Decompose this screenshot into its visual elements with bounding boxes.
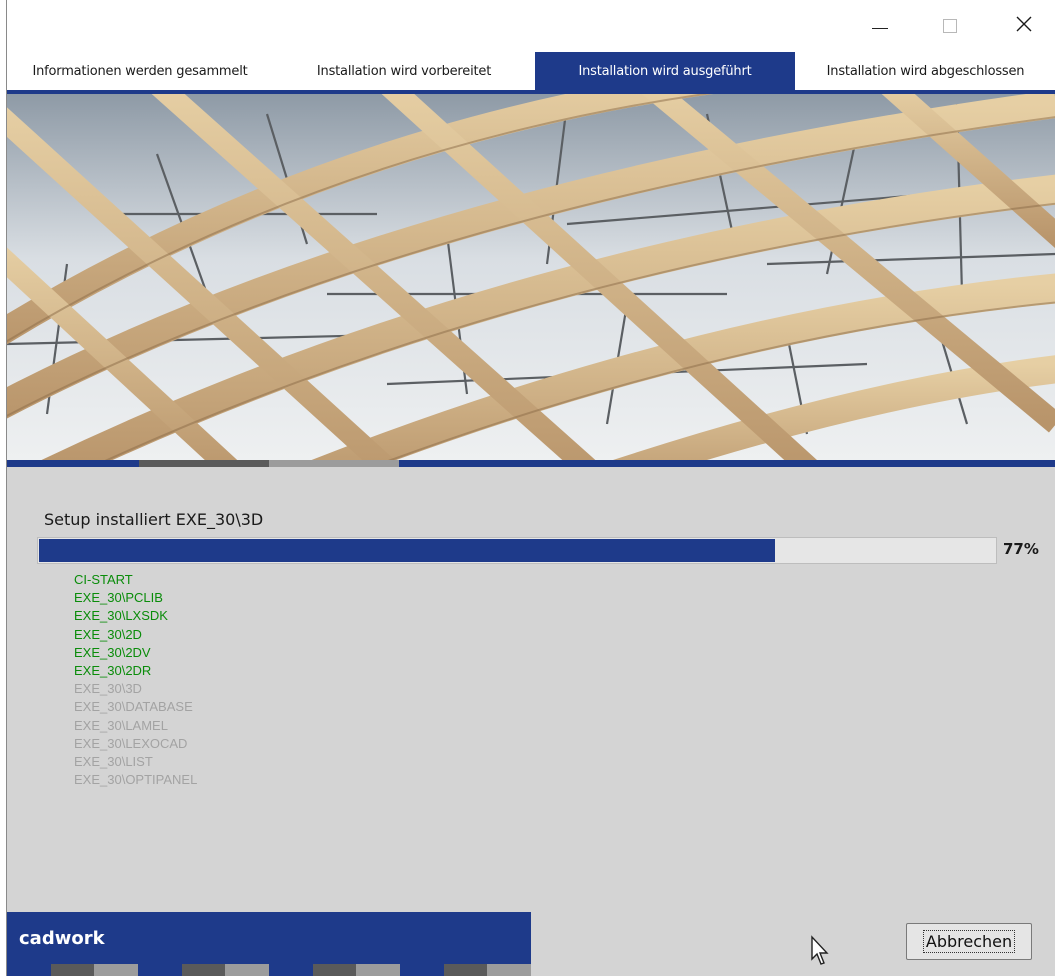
minimize-button[interactable] xyxy=(857,10,903,42)
module-item: EXE_30\2DV xyxy=(74,644,151,660)
wooden-roof-lattice-photo xyxy=(7,94,1055,460)
close-button[interactable] xyxy=(1001,10,1047,42)
progress-fill xyxy=(39,539,775,562)
maximize-icon xyxy=(943,19,957,33)
tab-abgeschlossen: Installation wird abgeschlossen xyxy=(826,63,1025,79)
maximize-button[interactable] xyxy=(927,10,973,42)
brand-bar: cadwork xyxy=(7,912,531,964)
module-item: EXE_30\3D xyxy=(74,681,142,697)
progress-bar xyxy=(37,537,997,564)
module-item: EXE_30\DATABASE xyxy=(74,699,193,715)
progress-percent: 77% xyxy=(1003,540,1039,558)
tab-informationen: Informationen werden gesammelt xyxy=(32,63,248,79)
status-label: Setup installiert EXE_30\3D xyxy=(44,510,264,529)
step-tabs: Informationen werden gesammelt Installat… xyxy=(7,52,1055,90)
module-item: EXE_30\2D xyxy=(74,626,142,642)
title-bar xyxy=(7,0,1055,52)
footer-strip xyxy=(7,964,532,976)
module-list: CI-START EXE_30\PCLIB EXE_30\LXSDK EXE_30\2… xyxy=(74,571,197,789)
cancel-button-label: Abbrechen xyxy=(922,930,1016,953)
module-item: CI-START xyxy=(74,572,133,587)
module-item: EXE_30\LXSDK xyxy=(74,608,168,624)
mouse-pointer-icon xyxy=(810,935,832,971)
brand-logo: cadwork xyxy=(19,927,105,949)
cancel-button[interactable]: Abbrechen xyxy=(906,923,1032,960)
module-item: EXE_30\PCLIB xyxy=(74,590,163,606)
close-icon xyxy=(1016,16,1032,36)
banner-image xyxy=(7,94,1055,460)
module-item: EXE_30\LAMEL xyxy=(74,717,168,733)
minimize-icon xyxy=(872,24,888,29)
module-item: EXE_30\2DR xyxy=(74,662,152,678)
tab-ausgefuehrt: Installation wird ausgeführt xyxy=(535,52,795,90)
tab-vorbereitet: Installation wird vorbereitet xyxy=(316,63,492,79)
installer-window: Informationen werden gesammelt Installat… xyxy=(6,0,1055,976)
module-item: EXE_30\LEXOCAD xyxy=(74,735,188,751)
module-item: EXE_30\LIST xyxy=(74,753,153,769)
banner-strip xyxy=(7,460,1055,467)
module-item: EXE_30\OPTIPANEL xyxy=(74,772,198,788)
